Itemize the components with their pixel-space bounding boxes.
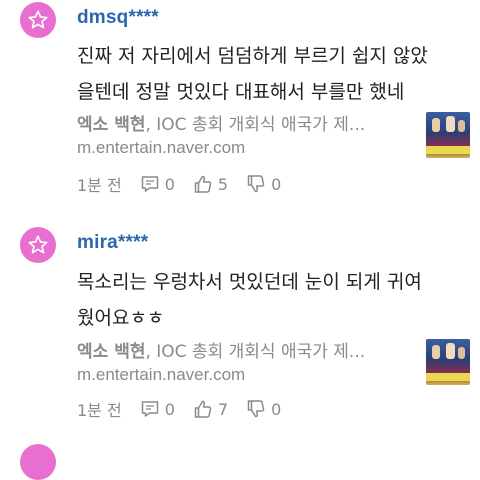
like-count: 5 [217, 174, 229, 194]
comment-text-line: 목소리는 우렁차서 멋있던데 눈이 되게 귀여 [77, 271, 422, 293]
article-link[interactable]: 엑소 백현, IOC 총회 개회식 애국가 제... m.entertain.n… [77, 337, 472, 397]
article-title-rest: , IOC 총회 개회식 애국가 제... [145, 342, 366, 362]
thumbs-up-icon [194, 400, 212, 418]
article-thumbnail [426, 339, 470, 385]
comment-text-line: 웠어요ㅎㅎ [77, 307, 165, 329]
avatar[interactable] [20, 2, 56, 38]
comment-text: 목소리는 우렁차서 멋있던데 눈이 되게 귀여 웠어요ㅎㅎ [77, 264, 467, 336]
article-title: 엑소 백현, IOC 총회 개회식 애국가 제... [77, 110, 365, 135]
dislike-count: 0 [271, 174, 282, 194]
dislike-button[interactable]: 0 [246, 174, 281, 194]
avatar[interactable] [20, 444, 56, 480]
article-title-rest: , IOC 총회 개회식 애국가 제... [145, 115, 366, 135]
username[interactable]: mira**** [77, 232, 148, 254]
avatar[interactable] [20, 227, 56, 263]
article-title-bold: 엑소 백현 [77, 342, 146, 362]
comment-text-line: 진짜 저 자리에서 덤덤하게 부르기 쉽지 않았 [77, 45, 428, 67]
article-link[interactable]: 엑소 백현, IOC 총회 개회식 애국가 제... m.entertain.n… [77, 110, 472, 170]
like-count: 7 [217, 399, 229, 419]
article-title: 엑소 백현, IOC 총회 개회식 애국가 제... [77, 337, 365, 362]
reply-count: 0 [164, 399, 175, 419]
comment-meta: 1분 전 0 5 0 [77, 173, 299, 196]
username[interactable]: dmsq**** [77, 7, 159, 29]
like-button[interactable]: 5 [193, 174, 228, 194]
reply-button[interactable]: 0 [140, 399, 175, 419]
article-url: m.entertain.naver.com [77, 365, 246, 384]
reply-icon [141, 176, 158, 192]
reply-icon [141, 401, 158, 417]
timestamp: 1분 전 [77, 401, 122, 420]
timestamp: 1분 전 [77, 176, 122, 195]
dislike-button[interactable]: 0 [246, 399, 281, 419]
reply-button[interactable]: 0 [140, 174, 175, 194]
reply-count: 0 [164, 174, 175, 194]
like-button[interactable]: 7 [193, 399, 228, 419]
article-title-bold: 엑소 백현 [77, 115, 146, 135]
comment-text-line: 을텐데 정말 멋있다 대표해서 부를만 했네 [77, 81, 405, 103]
article-thumbnail [426, 112, 470, 158]
comment-text: 진짜 저 자리에서 덤덤하게 부르기 쉽지 않았 을텐데 정말 멋있다 대표해서… [77, 38, 467, 110]
star-icon [28, 10, 48, 29]
thumbs-down-icon [247, 400, 265, 418]
dislike-count: 0 [271, 399, 282, 419]
star-icon [28, 235, 48, 254]
thumbs-down-icon [247, 175, 265, 193]
thumbs-up-icon [194, 175, 212, 193]
comment-meta: 1분 전 0 7 0 [77, 398, 299, 421]
article-url: m.entertain.naver.com [77, 138, 246, 157]
